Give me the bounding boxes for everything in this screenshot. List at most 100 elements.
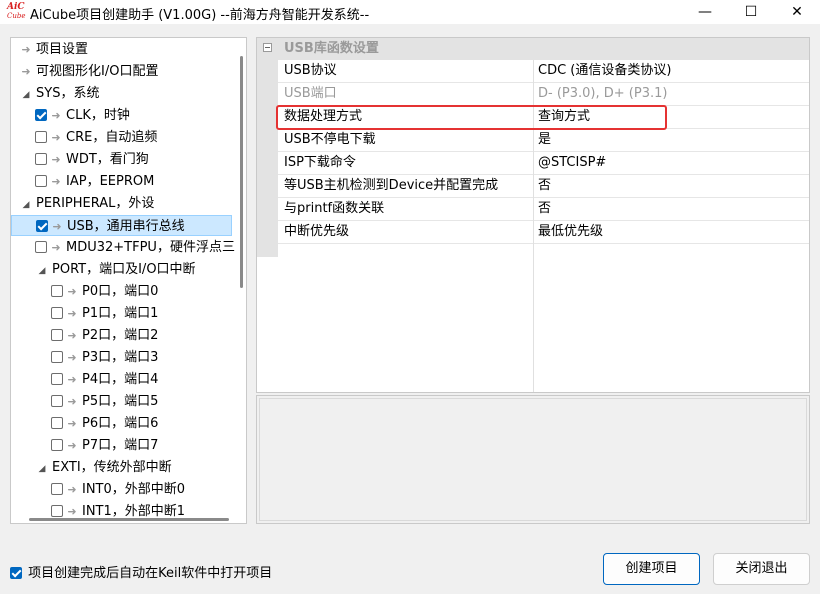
tree-item-checkbox[interactable] [51, 439, 63, 451]
property-row[interactable]: 等USB主机检测到Device并配置完成 否 [278, 175, 809, 198]
arrow-icon: ➜ [51, 175, 61, 188]
auto-open-label: 项目创建完成后自动在Keil软件中打开项目 [28, 566, 273, 581]
tree-item-checkbox[interactable] [35, 131, 47, 143]
app-logo-icon: AiC Cube [7, 2, 26, 21]
tree-item[interactable]: ➜ IAP，EEPROM [11, 171, 246, 192]
property-row[interactable]: USB不停电下载 是 [278, 129, 809, 152]
tree-item-checkbox[interactable] [51, 373, 63, 385]
tree-item-label: P7口，端口7 [82, 438, 159, 453]
property-name: USB端口 [284, 86, 337, 101]
tree-item[interactable]: ➜ 可视图形化I/O口配置 [11, 61, 240, 82]
tree-item-label: PERIPHERAL，外设 [36, 196, 155, 211]
arrow-icon: ➜ [51, 153, 61, 166]
arrow-icon: ➜ [67, 351, 77, 364]
property-grid: USB库函数设置 USB协议 CDC (通信设备类协议) USB端口 D- (P3.0… [256, 37, 810, 393]
tree-item[interactable]: ➜ MDU32+TFPU，硬件浮点三 [11, 237, 246, 258]
tree-item-checkbox[interactable] [51, 505, 63, 517]
collapse-icon[interactable] [263, 43, 272, 52]
property-value[interactable]: D- (P3.0), D+ (P3.1) [538, 83, 667, 105]
property-value[interactable]: 否 [538, 198, 551, 220]
property-row[interactable]: USB端口 D- (P3.0), D+ (P3.1) [278, 83, 809, 106]
description-panel [256, 395, 810, 524]
tree-item-checkbox[interactable] [51, 329, 63, 341]
arrow-icon: ➜ [67, 483, 77, 496]
property-value[interactable]: CDC (通信设备类协议) [538, 60, 671, 82]
tree-item[interactable]: ◢ PORT，端口及I/O口中断 [11, 259, 246, 282]
tree-item[interactable]: ➜ USB，通用串行总线 [11, 215, 232, 236]
arrow-icon: ➜ [21, 43, 31, 56]
arrow-icon: ➜ [52, 220, 62, 233]
arrow-icon: ➜ [67, 307, 77, 320]
property-value[interactable]: 最低优先级 [538, 221, 603, 243]
tree-item-checkbox[interactable] [51, 285, 63, 297]
tree-item-checkbox[interactable] [36, 220, 48, 232]
tree-item-checkbox[interactable] [51, 483, 63, 495]
property-value[interactable]: 否 [538, 175, 551, 197]
tree-item-label: INT0，外部中断0 [82, 482, 186, 497]
maximize-button[interactable]: ☐ [728, 0, 774, 24]
expand-triangle-icon[interactable]: ◢ [19, 85, 33, 106]
config-tree[interactable]: ➜ 项目设置 ➜ 可视图形化I/O口配置 ◢ SYS，系统 ➜ CLK，时钟 ➜ CRE，自动追频… [10, 37, 247, 524]
tree-item[interactable]: ◢ EXTI，传统外部中断 [11, 457, 246, 480]
arrow-icon: ➜ [21, 65, 31, 78]
tree-item-checkbox[interactable] [51, 307, 63, 319]
close-exit-button[interactable]: 关闭退出 [713, 553, 810, 585]
property-row[interactable]: 中断优先级 最低优先级 [278, 221, 809, 244]
tree-item[interactable]: ➜ P2口，端口2 [11, 325, 246, 346]
tree-item[interactable]: ➜ P5口，端口5 [11, 391, 246, 412]
property-value[interactable]: 是 [538, 129, 551, 151]
tree-item[interactable]: ➜ P0口，端口0 [11, 281, 246, 302]
tree-item[interactable]: ➜ INT0，外部中断0 [11, 479, 246, 500]
tree-item-label: 项目设置 [36, 42, 89, 57]
tree-item[interactable]: ➜ CRE，自动追频 [11, 127, 246, 148]
close-button[interactable]: ✕ [774, 0, 820, 24]
property-name: 与printf函数关联 [284, 201, 385, 216]
tree-item[interactable]: ➜ P4口，端口4 [11, 369, 246, 390]
property-name: 等USB主机检测到Device并配置完成 [284, 178, 499, 193]
tree-item[interactable]: ➜ P3口，端口3 [11, 347, 246, 368]
tree-item[interactable]: ➜ P7口，端口7 [11, 435, 246, 456]
tree-item-checkbox[interactable] [35, 109, 47, 121]
tree-vertical-scrollbar[interactable] [240, 56, 243, 288]
tree-item[interactable]: ➜ P1口，端口1 [11, 303, 246, 324]
tree-item-checkbox[interactable] [35, 153, 47, 165]
tree-item-label: P2口，端口2 [82, 328, 159, 343]
tree-item-checkbox[interactable] [51, 395, 63, 407]
tree-item-checkbox[interactable] [35, 241, 47, 253]
auto-open-checkbox[interactable] [10, 567, 22, 579]
tree-item[interactable]: ◢ SYS，系统 [11, 83, 240, 104]
maximize-icon: ☐ [744, 4, 758, 20]
tree-item-label: P5口，端口5 [82, 394, 159, 409]
tree-item-checkbox[interactable] [35, 175, 47, 187]
tree-item-label: CRE，自动追频 [66, 130, 158, 145]
create-project-button[interactable]: 创建项目 [603, 553, 700, 585]
tree-item[interactable]: ➜ P6口，端口6 [11, 413, 246, 434]
property-value[interactable]: @STCISP# [538, 152, 606, 174]
tree-item[interactable]: ➜ CLK，时钟 [11, 105, 246, 126]
expand-triangle-icon[interactable]: ◢ [19, 195, 33, 216]
property-name: 中断优先级 [284, 224, 350, 239]
property-row[interactable]: 与printf函数关联 否 [278, 198, 809, 221]
tree-item-checkbox[interactable] [51, 351, 63, 363]
auto-open-keil-option[interactable]: 项目创建完成后自动在Keil软件中打开项目 [10, 562, 272, 581]
highlight-annotation-box [276, 105, 667, 130]
expand-triangle-icon[interactable]: ◢ [35, 261, 49, 282]
expand-triangle-icon[interactable]: ◢ [35, 459, 49, 480]
tree-horizontal-scrollbar[interactable] [29, 518, 229, 521]
arrow-icon: ➜ [67, 285, 77, 298]
property-name: USB协议 [284, 63, 337, 78]
property-row[interactable]: USB协议 CDC (通信设备类协议) [278, 60, 809, 83]
property-row[interactable]: ISP下载命令 @STCISP# [278, 152, 809, 175]
window-title: AiCube项目创建助手 (V1.00G) --前海方舟智能开发系统-- [30, 8, 370, 23]
tree-item-label: 可视图形化I/O口配置 [36, 64, 159, 79]
tree-item-checkbox[interactable] [51, 417, 63, 429]
minimize-button[interactable]: — [682, 0, 728, 24]
tree-item[interactable]: ➜ WDT，看门狗 [11, 149, 246, 170]
tree-item[interactable]: ◢ PERIPHERAL，外设 [11, 193, 240, 214]
grid-section-title: USB库函数设置 [284, 41, 379, 56]
tree-item-label: CLK，时钟 [66, 108, 130, 123]
tree-item-label: EXTI，传统外部中断 [52, 460, 172, 475]
grid-section-header[interactable]: USB库函数设置 [257, 38, 809, 60]
tree-item[interactable]: ➜ 项目设置 [11, 39, 240, 60]
property-name: USB不停电下载 [284, 132, 376, 147]
